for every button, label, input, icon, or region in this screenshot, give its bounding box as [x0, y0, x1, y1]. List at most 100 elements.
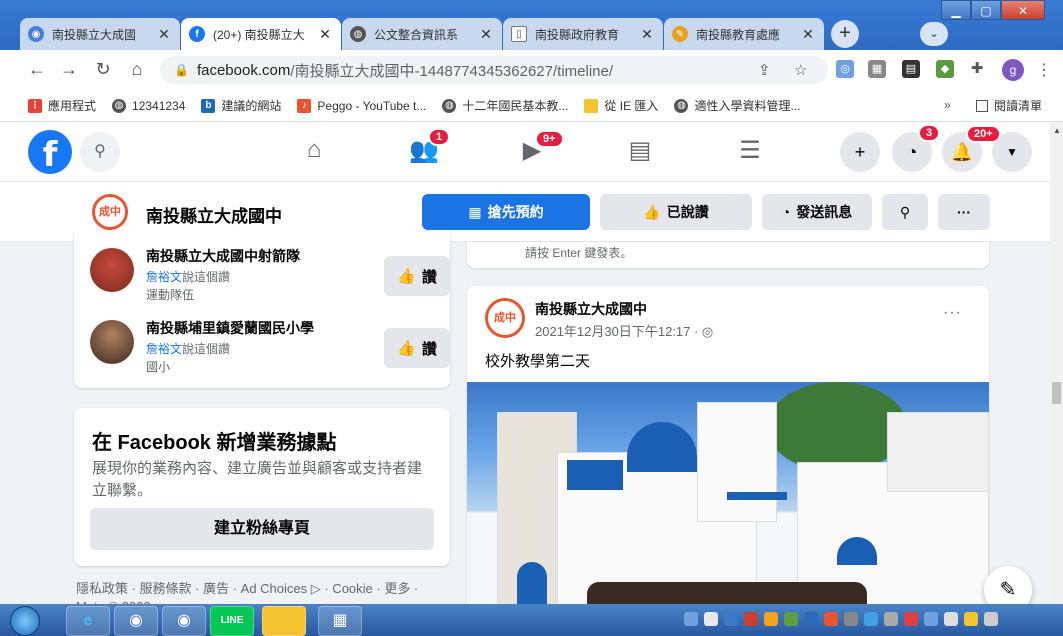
folder-icon[interactable]	[262, 606, 306, 636]
reload-icon[interactable]: ↻	[88, 59, 118, 80]
tray-icon[interactable]	[924, 612, 938, 626]
address-bar[interactable]: 🔒 facebook.com/南投縣立大成國中-1448774345362627…	[160, 56, 828, 84]
list-item: 南投縣埔里鎮愛蘭國民小學 詹裕文說這個讚 國小 👍 讚	[90, 318, 450, 380]
account-chevron-down-icon[interactable]: ▼	[992, 132, 1032, 172]
like-button[interactable]: 👍 讚	[384, 328, 450, 368]
create-plus-icon[interactable]: +	[840, 132, 880, 172]
home-nav-icon[interactable]: ⌂	[294, 136, 334, 164]
tray-icon[interactable]	[764, 612, 778, 626]
page-more-icon[interactable]: ···	[938, 194, 990, 230]
line-app-icon[interactable]: LINE	[210, 606, 254, 636]
home-icon[interactable]: ⌂	[122, 59, 152, 80]
thumbs-up-icon: 👍	[643, 203, 661, 220]
avatar[interactable]	[90, 320, 134, 364]
tray-icon[interactable]	[824, 612, 838, 626]
tray-icon[interactable]	[844, 612, 858, 626]
bookmark-star-icon[interactable]: ☆	[794, 61, 807, 79]
back-arrow-icon[interactable]: ←	[22, 59, 52, 80]
tray-icon[interactable]	[784, 612, 798, 626]
tab-close-icon[interactable]: ✕	[317, 26, 333, 43]
send-message-button[interactable]: ◔ 發送訊息	[762, 194, 872, 230]
puzzle-extensions-icon[interactable]: ✚	[968, 60, 986, 78]
tray-icon[interactable]	[704, 612, 718, 626]
post-more-icon[interactable]: ···	[943, 304, 962, 322]
marketplace-nav-icon[interactable]: ▤	[620, 136, 660, 165]
bookmark-item[interactable]: ◍ 12341234	[112, 98, 185, 113]
ie-icon[interactable]: e	[66, 606, 110, 636]
page-search-icon[interactable]: ⚲	[882, 194, 928, 230]
minimize-icon[interactable]: ▁	[941, 0, 971, 20]
tab-search-chevron-icon[interactable]: ⌄	[920, 22, 948, 46]
thumbs-up-icon: 👍	[397, 268, 416, 285]
tray-icon[interactable]	[984, 612, 998, 626]
liked-by-link[interactable]: 詹裕文	[146, 342, 182, 356]
liked-button[interactable]: 👍 已說讚	[600, 194, 752, 230]
tray-icon[interactable]	[744, 612, 758, 626]
tray-icon[interactable]	[724, 612, 738, 626]
window-close-icon[interactable]: ✕	[1001, 0, 1045, 20]
liked-by: 詹裕文說這個讚	[146, 268, 230, 285]
browser-tab[interactable]: ◍ 公文整合資訊系 ✕	[342, 18, 502, 50]
liked-page-name[interactable]: 南投縣立大成國中射箭隊	[146, 246, 300, 266]
globe-icon: ◍	[442, 98, 457, 113]
tab-title: 南投縣政府教育	[535, 27, 620, 42]
tray-icon[interactable]	[884, 612, 898, 626]
tray-icon[interactable]	[944, 612, 958, 626]
tray-icon[interactable]	[864, 612, 878, 626]
tab-close-icon[interactable]: ✕	[800, 26, 816, 43]
share-icon[interactable]: ⇪	[758, 61, 771, 79]
search-icon[interactable]: ⚲	[80, 132, 120, 172]
browser-tab[interactable]: ✎ 南投縣教育處應 ✕	[664, 18, 824, 50]
friends-badge: 1	[428, 128, 451, 146]
create-page-button[interactable]: 建立粉絲專頁	[90, 508, 434, 550]
tab-close-icon[interactable]: ✕	[639, 26, 655, 43]
reading-list-button[interactable]: 閱讀清單	[976, 97, 1042, 114]
extension-icon[interactable]: ◆	[936, 60, 954, 78]
extension-icon[interactable]: ▤	[902, 60, 920, 78]
post-author-avatar[interactable]: 成中	[485, 298, 525, 338]
page-logo[interactable]: 成中	[92, 194, 128, 230]
bookmark-item[interactable]: ◍ 適性入學資料管理...	[674, 97, 800, 114]
bookmark-folder[interactable]: 從 IE 匯入	[584, 97, 658, 114]
post-date[interactable]: 2021年12月30日下午12:17 · ◎	[535, 321, 713, 340]
chrome-icon[interactable]: ◉	[114, 606, 158, 636]
tray-icon[interactable]	[904, 612, 918, 626]
reserve-button[interactable]: ▦ 搶先預約	[422, 194, 590, 230]
bookmark-apps[interactable]: ⋮ 應用程式	[28, 97, 96, 114]
tab-close-icon[interactable]: ✕	[478, 26, 494, 43]
liked-page-name[interactable]: 南投縣埔里鎮愛蘭國民小學	[146, 318, 314, 338]
start-button[interactable]	[10, 606, 40, 636]
avatar[interactable]	[90, 248, 134, 292]
tab-close-icon[interactable]: ✕	[156, 26, 172, 43]
browser-tab[interactable]: ▯ 南投縣政府教育 ✕	[503, 18, 663, 50]
like-button[interactable]: 👍 讚	[384, 256, 450, 296]
bookmark-item[interactable]: ◍ 十二年國民基本教...	[442, 97, 568, 114]
post-text: 校外教學第二天	[485, 353, 591, 370]
document-app-icon[interactable]: ▦	[318, 606, 362, 636]
post-author[interactable]: 南投縣立大成國中	[535, 299, 647, 319]
maximize-icon[interactable]: ▢	[971, 0, 1001, 20]
extension-icon[interactable]: ▦	[868, 60, 886, 78]
tray-icon[interactable]	[684, 612, 698, 626]
scroll-up-icon[interactable]: ▲	[1053, 126, 1061, 135]
bookmarks-overflow-button[interactable]: »	[944, 98, 951, 112]
facebook-logo-icon[interactable]: f	[28, 130, 72, 175]
page-scrollbar[interactable]: ▲	[1050, 122, 1063, 604]
browser-tab-active[interactable]: f (20+) 南投縣立大 ✕	[181, 18, 341, 50]
scrollbar-thumb[interactable]	[1052, 382, 1061, 404]
tray-icon[interactable]	[804, 612, 818, 626]
forward-arrow-icon[interactable]: →	[54, 59, 84, 80]
profile-avatar[interactable]: g	[1002, 59, 1024, 81]
new-tab-button[interactable]: +	[831, 20, 859, 48]
page-title[interactable]: 南投縣立大成國中	[146, 202, 282, 227]
bookmark-item[interactable]: b 建議的網站	[201, 97, 281, 114]
tray-icon[interactable]	[964, 612, 978, 626]
liked-by-link[interactable]: 詹裕文	[146, 270, 182, 284]
menu-nav-icon[interactable]: ☰	[730, 136, 770, 165]
extension-icon[interactable]: ◎	[836, 60, 854, 78]
bookmark-item[interactable]: ♪ Peggo - YouTube t...	[297, 98, 426, 113]
browser-tab[interactable]: ◉ 南投縣立大成國 ✕	[20, 18, 180, 50]
browser-menu-icon[interactable]: ⋮	[1036, 60, 1052, 80]
post-photo[interactable]	[467, 382, 989, 616]
chrome-icon[interactable]: ◉	[162, 606, 206, 636]
